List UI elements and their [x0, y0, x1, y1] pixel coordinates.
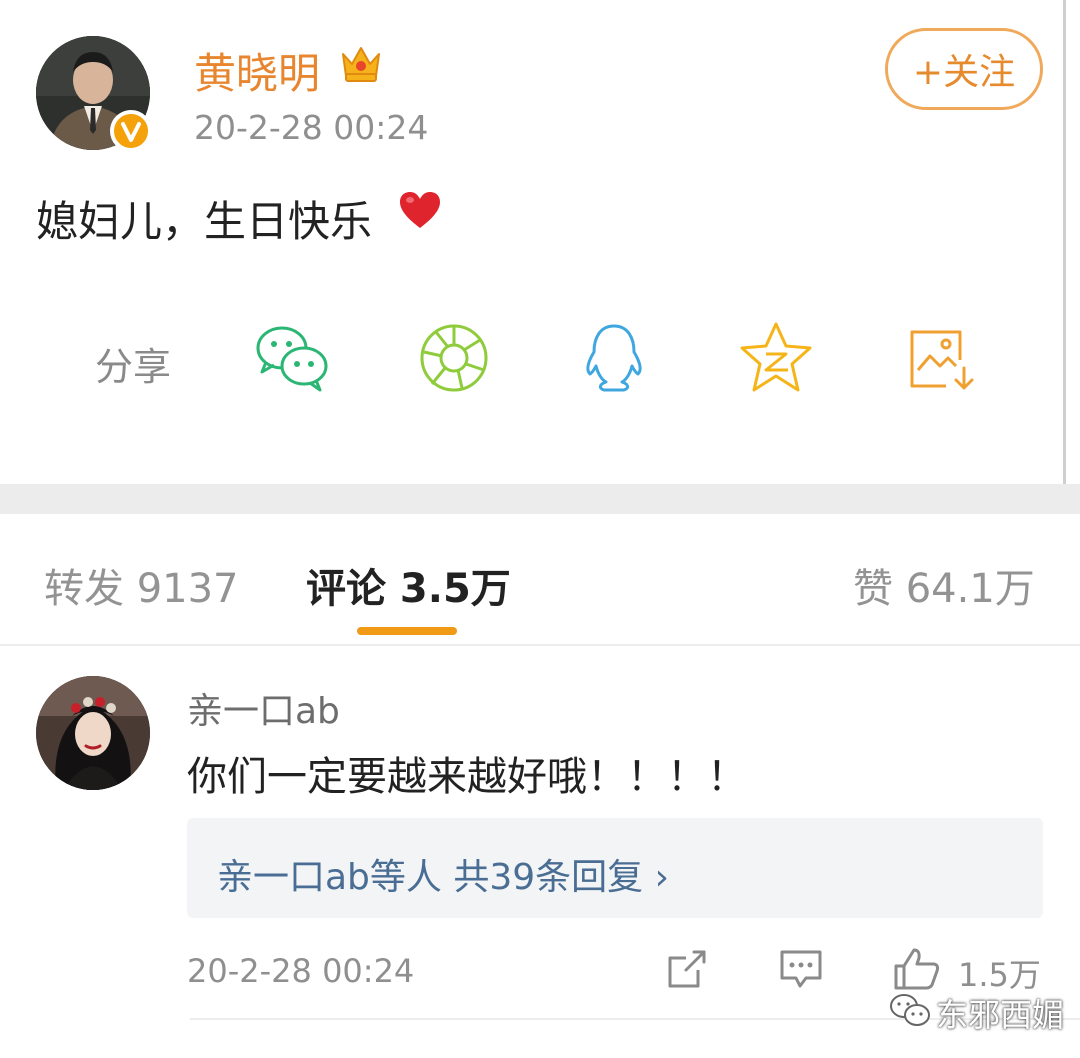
save-image-icon[interactable] [898, 318, 978, 398]
crown-icon [338, 40, 384, 86]
share-comment-icon[interactable] [664, 946, 710, 992]
verified-badge-icon [110, 110, 152, 152]
reply-comment-icon[interactable] [778, 946, 824, 992]
post-text: 媳妇儿，生日快乐 [36, 197, 373, 246]
commenter-avatar[interactable] [36, 676, 150, 790]
tabs-divider [0, 644, 1080, 646]
comment-time: 20-2-28 00:24 [187, 952, 415, 990]
follow-button[interactable]: +关注 [885, 28, 1043, 110]
share-label: 分享 [95, 345, 172, 389]
like-icon[interactable] [892, 946, 942, 992]
scrollbar[interactable] [1063, 0, 1066, 484]
post-time: 20-2-28 00:24 [194, 108, 429, 147]
qzone-icon[interactable] [736, 318, 816, 398]
section-separator [0, 484, 1080, 514]
replies-link[interactable]: 亲一口ab等人 共39条回复 › [217, 848, 669, 900]
tab-reposts[interactable]: 转发 9137 [44, 556, 239, 614]
author-name[interactable]: 黄晓明 [194, 40, 320, 101]
heart-icon [398, 190, 442, 230]
active-tab-indicator [357, 627, 457, 635]
wechat-icon[interactable] [252, 318, 332, 398]
qq-icon[interactable] [574, 318, 654, 398]
moments-icon[interactable] [414, 318, 494, 398]
commenter-name[interactable]: 亲一口ab [187, 682, 340, 734]
watermark-text: 东邪西媚 [936, 996, 1065, 1034]
wechat-watermark-icon [888, 992, 932, 1028]
comment-text: 你们一定要越来越好哦！！！！ [187, 754, 747, 800]
tab-likes[interactable]: 赞 64.1万 [853, 556, 1035, 614]
tab-comments[interactable]: 评论 3.5万 [306, 556, 511, 614]
